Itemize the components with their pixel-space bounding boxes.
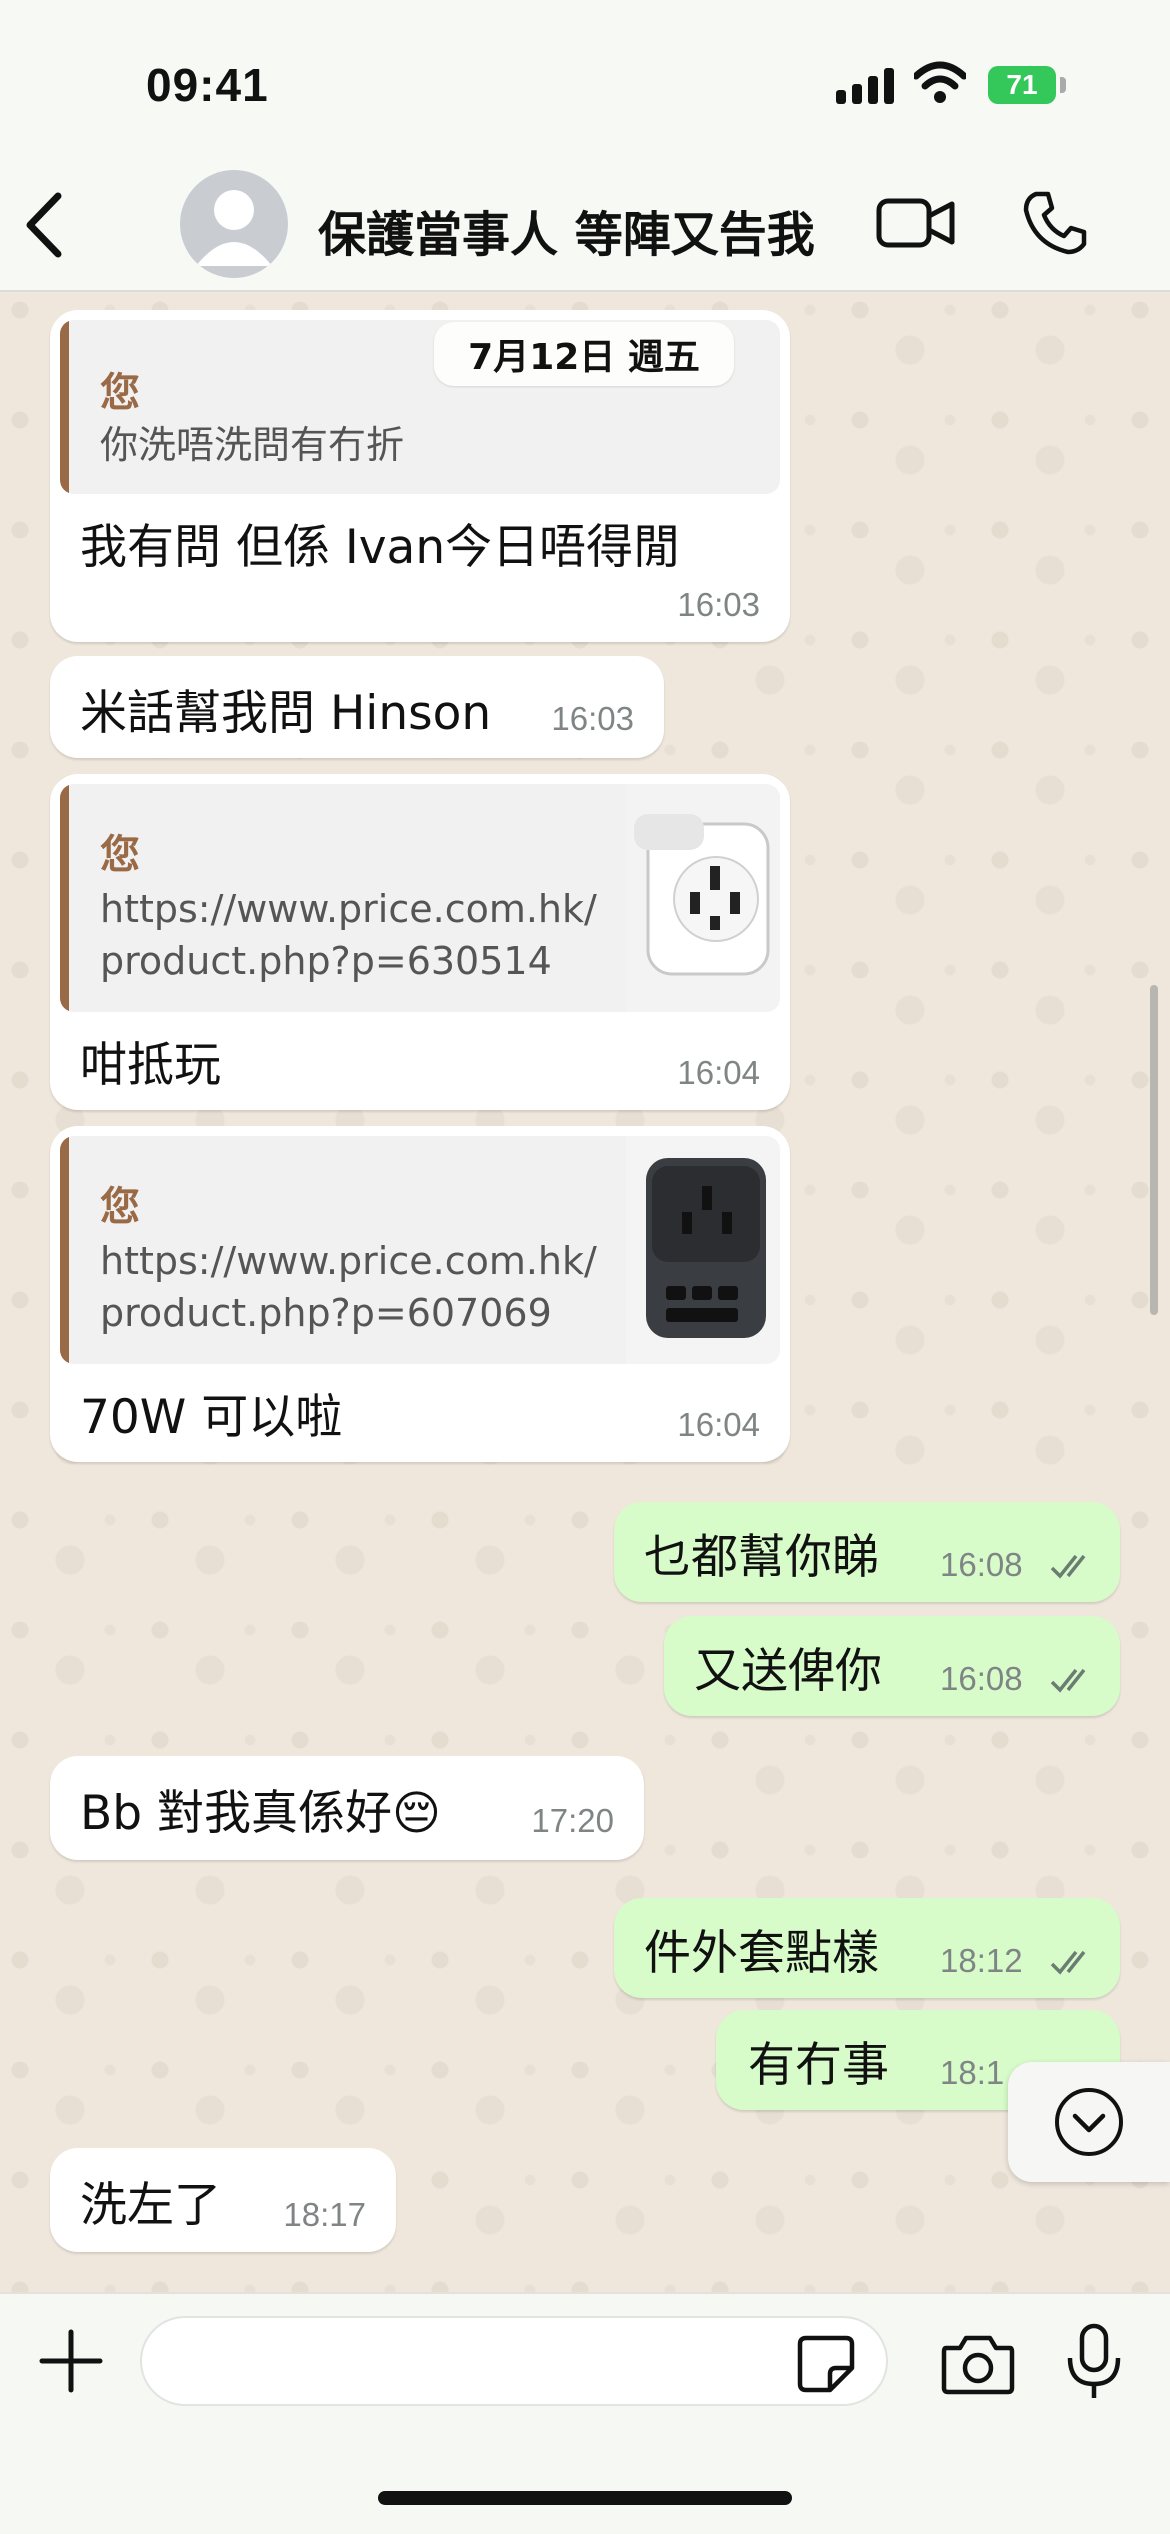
message-text: 咁抵玩 [80,1038,221,1093]
message-time: 16:03 [677,586,760,623]
scroll-indicator[interactable] [1150,985,1158,1315]
quote-link-line: https://www.price.com.hk/ [100,1239,597,1283]
message-text: 我有問 但係 Ivan今日唔得閒 [80,520,681,575]
message-time: 16:08 [940,1660,1023,1697]
quote-author: 您 [100,370,140,416]
message-time: 16:03 [551,700,634,737]
pensive-emoji: 😔 [392,1786,442,1841]
avatar-icon[interactable] [180,170,288,278]
travel-adapter-white-icon [634,814,770,976]
status-time: 09:41 [146,59,269,111]
quote-accent-bar [60,320,69,494]
camera-icon[interactable] [940,2330,1016,2396]
incoming-message-bubble[interactable]: 米話幫我問 Hinson 16:03 [50,656,664,758]
home-indicator[interactable] [378,2491,792,2505]
quote-link-line: product.php?p=607069 [100,1291,552,1335]
incoming-message-bubble[interactable]: Bb 對我真係好😔 17:20 [50,1756,644,1860]
battery-icon: 71 [988,66,1056,104]
product-thumbnail[interactable] [626,1136,780,1364]
travel-adapter-black-icon [646,1158,766,1338]
quoted-link[interactable]: 您 https://www.price.com.hk/ product.php?… [60,784,780,1012]
outgoing-message-bubble[interactable]: 乜都幫你睇 16:08 [614,1502,1120,1602]
message-time: 16:04 [677,1406,760,1443]
quote-accent-bar [60,784,69,1012]
message-text: 乜都幫你睇 [644,1530,879,1585]
double-check-icon [1050,1554,1086,1579]
incoming-message-bubble[interactable]: 洗左了 18:17 [50,2148,396,2252]
message-text: 有冇事 [748,2038,889,2093]
message-time: 16:08 [940,1546,1023,1583]
back-arrow-icon[interactable] [20,190,70,260]
message-text: Bb 對我真係好😔 [80,1774,441,1843]
message-text: 又送俾你 [694,1644,882,1699]
outgoing-message-bubble[interactable]: 又送俾你 16:08 [664,1616,1120,1716]
quote-text: 你洗唔洗問有冇折 [100,423,405,467]
message-text: 米話幫我問 Hinson [80,686,492,741]
chat-title[interactable]: 保護當事人 等陣又告我 [318,195,815,265]
battery-nub [1060,77,1066,93]
message-input[interactable] [140,2316,888,2406]
message-time: 18:1 [940,2054,1005,2091]
plus-icon[interactable] [38,2328,104,2394]
message-text: 70W 可以啦 [80,1390,343,1445]
message-time: 18:12 [940,1942,1023,1979]
incoming-message-bubble[interactable]: 您 https://www.price.com.hk/ product.php?… [50,1126,790,1462]
phone-icon[interactable] [1022,190,1088,256]
quote-link-line: product.php?p=630514 [100,939,552,983]
double-check-icon [1050,1668,1086,1693]
sticker-icon[interactable] [796,2334,856,2394]
product-thumbnail[interactable] [626,784,780,1012]
chevron-down-icon [1055,2088,1123,2156]
quoted-link[interactable]: 您 https://www.price.com.hk/ product.php?… [60,1136,780,1364]
quote-link-line: https://www.price.com.hk/ [100,887,597,931]
message-text: 件外套點樣 [644,1926,879,1981]
message-time: 17:20 [531,1802,614,1839]
message-text: 洗左了 [80,2178,221,2233]
incoming-message-bubble[interactable]: 您 https://www.price.com.hk/ product.php?… [50,774,790,1110]
wifi-icon [914,61,966,103]
quote-accent-bar [60,1136,69,1364]
video-call-icon[interactable] [876,196,956,250]
chat-header: 09:41 71 保護當事人 等陣又告我 [0,0,1170,292]
date-separator: 7月12日 週五 [434,322,734,386]
message-time: 16:04 [677,1054,760,1091]
message-text-body: Bb 對我真係好 [80,1786,393,1841]
message-time: 18:17 [283,2196,366,2233]
outgoing-message-bubble[interactable]: 件外套點樣 18:12 [614,1898,1120,1998]
quote-author: 您 [100,832,140,878]
quote-author: 您 [100,1184,140,1230]
double-check-icon [1050,1950,1086,1975]
signal-icon [836,66,894,104]
scroll-to-bottom-button[interactable] [1008,2062,1170,2182]
mic-icon[interactable] [1064,2322,1124,2402]
